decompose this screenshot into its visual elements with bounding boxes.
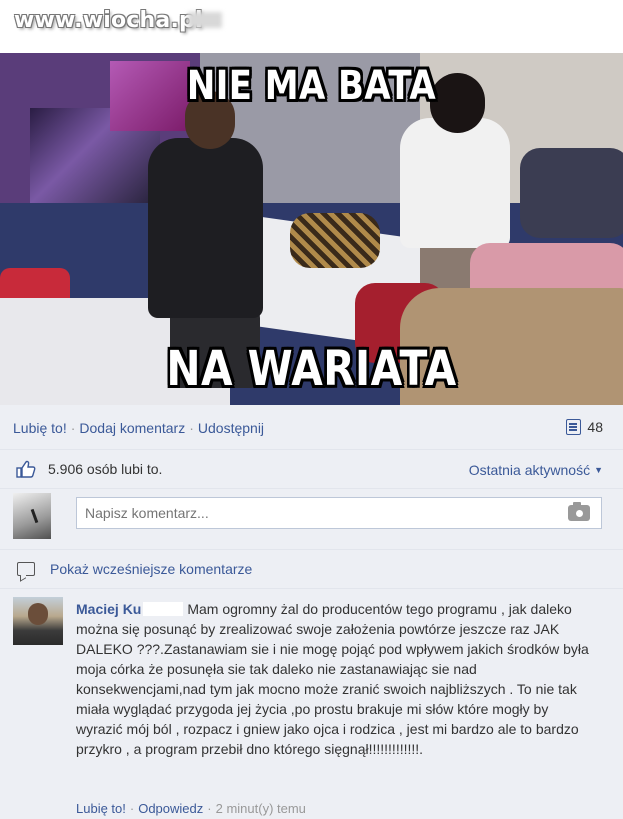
separator: · <box>129 801 135 816</box>
share-link[interactable]: Udostępnij <box>198 420 264 436</box>
meme-top-text: NIE MA BATA <box>186 63 437 109</box>
thumbs-up-icon <box>16 460 36 478</box>
comment-box-row <box>0 489 623 550</box>
likes-row: 5.906 osób lubi to. Ostatnia aktywność ▼ <box>0 450 623 489</box>
comment-timestamp[interactable]: 2 minut(y) temu <box>216 801 306 816</box>
comment-author-avatar[interactable] <box>13 597 63 645</box>
comment-author[interactable]: Maciej Ku <box>76 601 141 617</box>
photo-woman <box>400 118 510 248</box>
activity-label: Ostatnia aktywność <box>468 462 591 478</box>
separator: · <box>189 420 194 436</box>
watermark: www.wiocha.pl <box>14 8 203 33</box>
action-links: Lubię to! · Dodaj komentarz · Udostępnij <box>13 420 264 436</box>
comment-item: Maciej Ku Mam ogromny żal do producentów … <box>0 589 623 819</box>
separator: · <box>207 801 212 816</box>
separator: · <box>70 420 76 436</box>
shares-icon <box>566 419 582 435</box>
comment-body: Maciej Ku Mam ogromny żal do producentów … <box>76 599 596 759</box>
actions-row: Lubię to! · Dodaj komentarz · Udostępnij 48 <box>0 405 623 450</box>
photo-clothes <box>520 148 623 238</box>
chevron-down-icon: ▼ <box>594 465 603 475</box>
meme-bottom-text: NA WARIATA <box>166 341 457 397</box>
add-comment-link[interactable]: Dodaj komentarz <box>79 420 185 436</box>
watermark-blur <box>188 12 222 28</box>
comment-meta: Lubię to! · Odpowiedz · 2 minut(y) temu <box>76 801 306 816</box>
comment-bubble-icon <box>17 562 35 576</box>
photo-man <box>148 138 263 318</box>
likes-count-text[interactable]: 5.906 osób lubi to. <box>48 461 162 477</box>
like-link[interactable]: Lubię to! <box>13 420 67 436</box>
share-count[interactable]: 48 <box>566 419 603 435</box>
comment-reply-link[interactable]: Odpowiedz <box>138 801 203 816</box>
activity-dropdown[interactable]: Ostatnia aktywność ▼ <box>469 462 603 478</box>
camera-icon[interactable] <box>568 502 590 521</box>
comment-input[interactable] <box>76 497 602 529</box>
feedback-panel: Lubię to! · Dodaj komentarz · Udostępnij 48 … <box>0 405 623 819</box>
comment-text: Mam ogromny żal do producentów tego prog… <box>76 601 589 757</box>
avatar[interactable] <box>13 493 51 539</box>
show-previous-comments-link[interactable]: Pokaż wcześniejsze komentarze <box>50 561 252 577</box>
comment-like-link[interactable]: Lubię to! <box>76 801 126 816</box>
share-count-value: 48 <box>587 419 603 435</box>
previous-comments-row: Pokaż wcześniejsze komentarze <box>0 550 623 589</box>
redacted-name <box>143 602 184 616</box>
meme-photo: NIE MA BATA NA WARIATA <box>0 53 623 405</box>
watermark-bar: www.wiocha.pl <box>0 0 623 52</box>
photo-blanket <box>290 213 380 268</box>
